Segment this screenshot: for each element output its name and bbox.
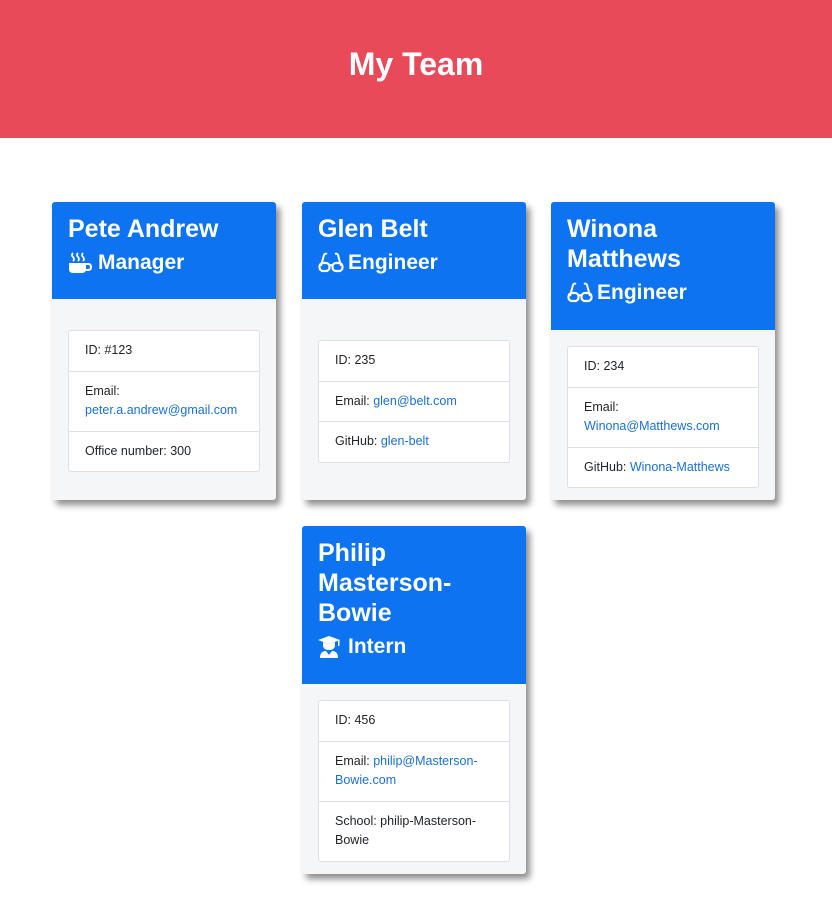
school-row: School: philip-Masterson- Bowie <box>319 800 509 861</box>
card-header: Philip Masterson- Bowie Intern <box>302 526 526 684</box>
github-link[interactable]: glen-belt <box>381 434 429 448</box>
email-link[interactable]: glen@belt.com <box>373 394 457 408</box>
email-label: Email: <box>584 399 619 414</box>
info-list: ID: #123 Email: peter.a.andrew@gmail.com… <box>68 330 260 472</box>
header-banner: My Team <box>0 0 832 138</box>
employee-role: Intern <box>318 634 510 660</box>
info-list: ID: 456 Email: philip@Masterson- Bowie.co… <box>318 700 510 862</box>
employee-role-label: Intern <box>348 635 407 658</box>
coffee-mug-icon <box>68 252 92 274</box>
github-row: GitHub: Winona-Matthews <box>568 446 758 488</box>
graduate-icon <box>318 636 342 658</box>
email-link[interactable]: Winona@Matthews.com <box>584 419 720 433</box>
employee-id: ID: #123 <box>85 343 133 357</box>
employee-id: ID: 456 <box>335 713 376 727</box>
employee-role-label: Engineer <box>597 281 687 304</box>
card-header: Pete Andrew Manager <box>52 202 276 299</box>
employee-email-row: Email: Winona@Matthews.com <box>568 386 758 447</box>
email-link-line[interactable]: Bowie.com <box>335 773 396 787</box>
employee-email-row: Email: glen@belt.com <box>319 380 509 422</box>
email-label: Email: <box>335 753 374 768</box>
employee-id: ID: 234 <box>584 359 625 373</box>
card-body: ID: 234 Email: Winona@Matthews.com GitHu… <box>551 330 775 488</box>
employee-name: Pete Andrew <box>68 215 219 243</box>
employee-email-row: Email: philip@Masterson- Bowie.com <box>319 740 509 801</box>
card-body: ID: 235 Email: glen@belt.com GitHub: gle… <box>302 299 526 463</box>
employee-name-line: Bowie <box>318 599 392 627</box>
info-list: ID: 234 Email: Winona@Matthews.com GitHu… <box>567 346 759 488</box>
employee-name-line: Matthews <box>567 245 681 273</box>
employee-card: Pete Andrew Manager ID: #123 Email: pete… <box>52 202 276 500</box>
employee-name: Winona Matthews <box>567 214 759 274</box>
github-label: GitHub: <box>335 434 381 448</box>
employee-role: Manager <box>68 250 260 276</box>
card-header: Winona Matthews Engineer <box>551 202 775 330</box>
glasses-icon <box>567 282 593 304</box>
card-body: ID: #123 Email: peter.a.andrew@gmail.com… <box>52 299 276 472</box>
card-body: ID: 456 Email: philip@Masterson- Bowie.co… <box>302 684 526 862</box>
github-row: GitHub: glen-belt <box>319 421 509 462</box>
email-link[interactable]: peter.a.andrew@gmail.com <box>85 403 237 417</box>
employee-name: Philip Masterson- Bowie <box>318 538 510 628</box>
employee-card: Glen Belt Engineer ID: 235 Email: glen@b… <box>302 202 526 500</box>
employee-role: Engineer <box>567 280 759 306</box>
school-line: School: philip-Masterson- <box>335 813 477 828</box>
employee-email-row: Email: peter.a.andrew@gmail.com <box>69 370 259 431</box>
github-link[interactable]: Winona-Matthews <box>630 460 730 474</box>
email-link-line[interactable]: philip@Masterson- <box>373 754 477 768</box>
github-label: GitHub: <box>584 459 630 474</box>
employee-name-line: Philip <box>318 539 387 567</box>
office-number: Office number: 300 <box>69 430 259 472</box>
employee-id: ID: 235 <box>335 353 376 367</box>
info-list: ID: 235 Email: glen@belt.com GitHub: gle… <box>318 340 510 463</box>
employee-role-label: Manager <box>98 251 185 274</box>
employee-name-line: Masterson- <box>318 569 452 597</box>
school-line: Bowie <box>335 833 370 847</box>
email-label: Email: <box>85 383 120 398</box>
employee-name: Glen Belt <box>318 215 428 243</box>
glasses-icon <box>318 252 344 274</box>
employee-card: Winona Matthews Engineer ID: 234 Email: … <box>551 202 775 500</box>
employee-name-line: Winona <box>567 215 658 243</box>
employee-role: Engineer <box>318 250 510 276</box>
email-label: Email: <box>335 393 374 408</box>
page-title: My Team <box>348 46 484 82</box>
employee-card: Philip Masterson- Bowie Intern ID: 456 E… <box>302 526 526 874</box>
card-header: Glen Belt Engineer <box>302 202 526 299</box>
employee-role-label: Engineer <box>348 251 438 274</box>
